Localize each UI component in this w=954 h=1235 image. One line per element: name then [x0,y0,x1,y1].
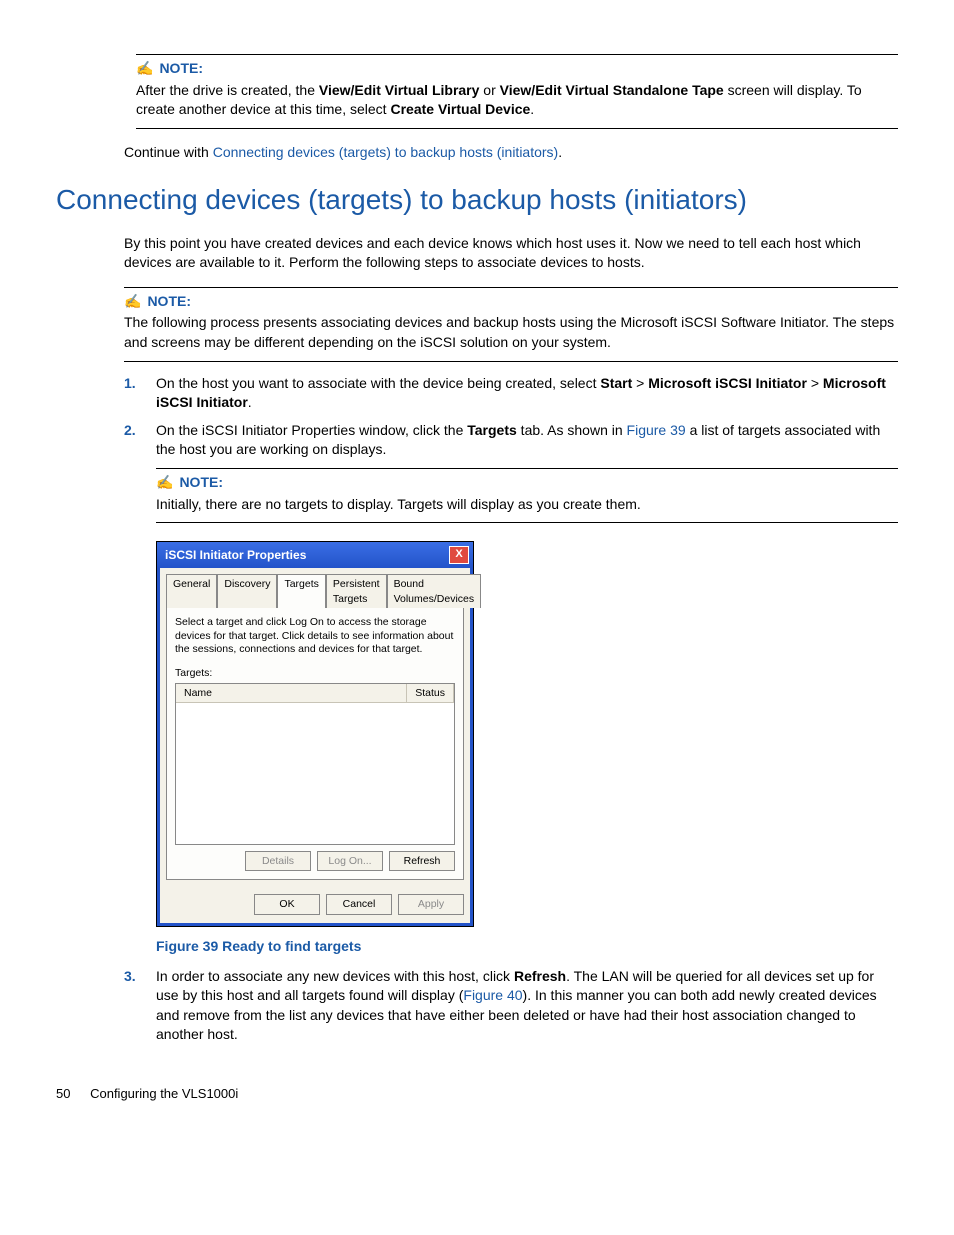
note-body: The following process presents associati… [124,313,898,352]
figure-caption: Figure 39 Ready to find targets [156,937,898,957]
step-3: 3. In order to associate any new devices… [124,967,898,1045]
note-heading: NOTE: [136,59,898,79]
note-heading: NOTE: [156,473,898,493]
window-titlebar: iSCSI Initiator Properties X [157,542,473,568]
targets-list[interactable]: Name Status [175,683,455,845]
iscsi-window: iSCSI Initiator Properties X General Dis… [156,541,474,927]
note-label: NOTE: [147,292,191,312]
apply-button[interactable]: Apply [398,894,464,915]
note-icon [136,59,153,79]
col-status: Status [407,684,454,703]
note-body: After the drive is created, the View/Edi… [136,81,898,120]
page-footer: 50 Configuring the VLS1000i [56,1085,898,1103]
panel-instructions: Select a target and click Log On to acce… [175,616,455,655]
note-icon [124,292,141,312]
page-number: 50 [56,1086,70,1101]
note-heading: NOTE: [124,292,898,312]
tab-persistent[interactable]: Persistent Targets [326,574,387,608]
window-title: iSCSI Initiator Properties [165,547,306,564]
continue-link[interactable]: Connecting devices (targets) to backup h… [213,144,559,160]
note-body: Initially, there are no targets to displ… [156,495,898,515]
close-icon[interactable]: X [449,546,469,564]
cancel-button[interactable]: Cancel [326,894,392,915]
tab-strip: General Discovery Targets Persistent Tar… [166,574,464,608]
targets-label: Targets: [175,666,455,681]
tab-discovery[interactable]: Discovery [217,574,277,608]
details-button[interactable]: Details [245,851,311,872]
intro-paragraph: By this point you have created devices a… [124,234,898,273]
col-name: Name [176,684,407,703]
continue-paragraph: Continue with Connecting devices (target… [124,143,898,163]
step-2: 2. On the iSCSI Initiator Properties win… [124,421,898,460]
figure-39-link[interactable]: Figure 39 [627,422,686,438]
step-1: 1. On the host you want to associate wit… [124,374,898,413]
note-label: NOTE: [179,473,223,493]
tab-targets[interactable]: Targets [277,574,325,608]
refresh-button[interactable]: Refresh [389,851,455,872]
figure-40-link[interactable]: Figure 40 [463,987,522,1003]
note-label: NOTE: [159,59,203,79]
ok-button[interactable]: OK [254,894,320,915]
note-icon [156,473,173,493]
section-heading: Connecting devices (targets) to backup h… [56,180,898,219]
tab-bound[interactable]: Bound Volumes/Devices [387,574,482,608]
logon-button[interactable]: Log On... [317,851,383,872]
tab-general[interactable]: General [166,574,217,608]
chapter-title: Configuring the VLS1000i [90,1086,238,1101]
